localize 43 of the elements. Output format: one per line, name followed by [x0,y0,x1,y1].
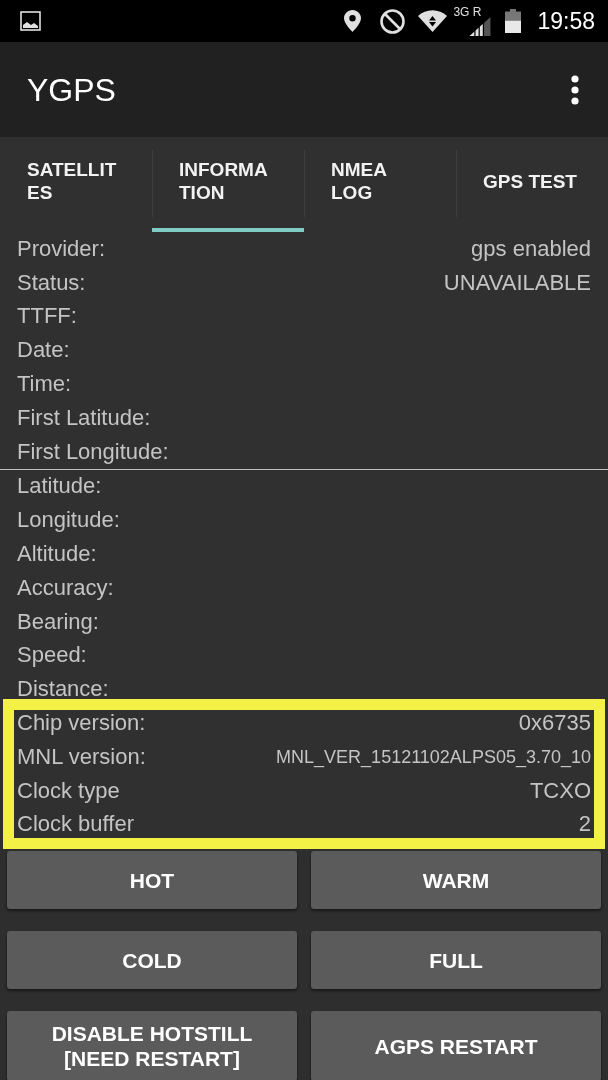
field-value: TCXO [529,777,591,804]
field-label: First Longitude: [17,438,169,465]
signal-strength-icon [469,16,492,36]
action-button[interactable]: WARM [311,851,601,910]
field-label: Longitude: [17,507,120,534]
battery-icon [505,9,522,33]
action-button[interactable]: DISABLE HOTSTILL [NEED RESTART] [7,1011,297,1080]
action-button[interactable]: AGPS RESTART [311,1011,601,1080]
action-button[interactable]: FULL [311,931,601,990]
field-label: MNL version: [17,743,146,770]
field-label: Clock buffer [17,811,134,838]
tab[interactable]: NMEA LOG [304,137,456,232]
field-label: Chip version: [17,710,146,737]
tab[interactable]: SATELLITES [0,137,152,232]
app-title: YGPS [27,70,116,110]
action-button[interactable]: HOT [7,851,297,910]
field-label: Latitude: [17,473,102,500]
field-label: Time: [17,371,72,398]
wifi-icon [418,10,448,32]
action-button[interactable]: COLD [7,931,297,990]
field-label: First Latitude: [17,404,151,431]
field-label: Clock type [17,777,120,804]
field-label: Bearing: [17,608,99,635]
prohibited-icon [380,8,406,34]
field-value: MNL_VER_15121102ALPS05_3.70_10 [276,745,591,770]
field-value: 0x6735 [518,710,591,737]
field-label: Status: [17,269,86,296]
field-label: Altitude: [17,541,97,568]
field-label: Provider: [17,235,106,262]
overflow-menu-icon[interactable] [571,74,579,105]
location-pin-icon [344,10,362,32]
field-label: Date: [17,337,70,364]
field-label: Speed: [17,642,87,669]
image-icon [20,11,41,31]
field-label: Accuracy: [17,574,114,601]
tab[interactable]: GPS TEST [456,137,608,232]
field-value: UNAVAILABLE [443,269,591,296]
field-label: Distance: [17,676,109,703]
clock-time: 19:58 [537,6,595,36]
network-type-label: 3G R [453,5,482,19]
field-label: TTFF: [17,303,77,330]
field-value: gps enabled [471,235,591,262]
field-value: 2 [578,811,591,838]
